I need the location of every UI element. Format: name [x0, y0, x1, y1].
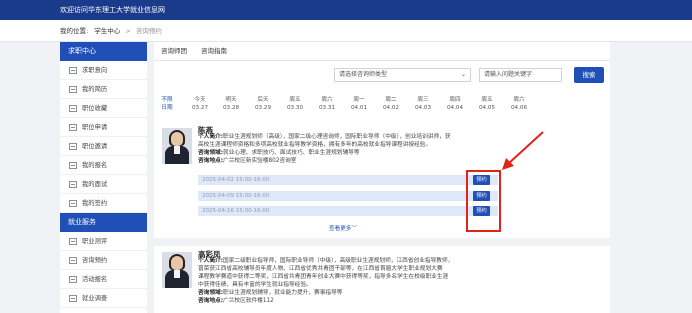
tab-consultation-guide[interactable]: 咨询指南 — [201, 42, 227, 61]
counselor-intro-cont: 高校生涯课程师资格和多项高校就业指导教学资格，拥有多年的高校就业指导课程讲授经验… — [198, 142, 432, 148]
sidebar-item-job-intention[interactable]: 求职意向 — [60, 61, 147, 80]
date-filter-0405[interactable]: 周五 04.05 — [474, 96, 500, 112]
sidebar: 求职中心 求职意向 我的简历 职位收藏 职位申请 职位邀请 我的报名 我的面试 … — [60, 42, 147, 313]
main-panel: 咨询师团 咨询指南 请选择咨询师类型 ⌄ 请输入问题关键字 搜索 不限 日期 今天 0… — [154, 42, 610, 313]
sidebar-item-job-applications[interactable]: 职位申请 — [60, 118, 147, 137]
breadcrumb-separator: > — [125, 27, 131, 35]
sidebar-item-consultation-booking[interactable]: 咨询预约 — [60, 251, 147, 270]
date-filter-0403[interactable]: 周三 04.03 — [410, 96, 436, 112]
select-value: 请选择咨询师类型 — [339, 71, 388, 78]
counselor-place: 咨询地点:广兰校区新实验楼802咨询室 — [198, 158, 297, 164]
view-more-link[interactable]: 查看更多﹀ — [329, 224, 357, 232]
counselor-intro-cont: 中获得佳绩，具有丰富的学生就业指导经验。 — [198, 282, 312, 288]
document-icon — [69, 200, 77, 207]
search-button[interactable]: 搜索 — [574, 67, 604, 83]
counselor-card: 高彩凤 个人简介:国家二级职业指导师，国际职业导师（中级），高级职业生涯规划师，… — [154, 246, 610, 313]
tab-counselor-team[interactable]: 咨询师团 — [161, 42, 187, 61]
counselor-intro: 个人简介:职业生涯规划师（高级），国家二级心理咨询师，国际职业导师（中级），创业… — [198, 134, 451, 140]
document-icon — [69, 257, 77, 264]
counselor-type-select[interactable]: 请选择咨询师类型 ⌄ — [334, 68, 471, 82]
tab-bar: 咨询师团 咨询指南 — [154, 42, 610, 61]
document-icon — [69, 238, 77, 245]
date-filter-0331[interactable]: 周六 03.31 — [314, 96, 340, 112]
breadcrumb-label: 我的位置: — [60, 27, 89, 35]
breadcrumb-student-center[interactable]: 学生中心 — [94, 27, 120, 35]
date-filter-day-after[interactable]: 后天 03.29 — [250, 96, 276, 112]
card-divider — [154, 238, 610, 246]
chevron-down-icon: ⌄ — [460, 71, 466, 78]
search-input[interactable]: 请输入问题关键字 — [479, 68, 562, 82]
date-filter-0406[interactable]: 周六 04.06 — [506, 96, 532, 112]
date-filter-any[interactable]: 不限 日期 — [154, 96, 180, 112]
counselor-photo — [162, 128, 192, 164]
chevron-down-icon: ﹀ — [351, 226, 357, 232]
document-icon — [69, 162, 77, 169]
counselor-intro-cont: 课程教学赛道中获得二等奖，江西省共青团青年创业大赛中获得等奖，指导多名学生在校级… — [198, 274, 449, 280]
document-icon — [69, 67, 77, 74]
sidebar-item-my-contracts[interactable]: 我的签约 — [60, 194, 147, 213]
sidebar-section-job-center[interactable]: 求职中心 — [60, 42, 147, 61]
sidebar-item-career-assessment[interactable]: 职业测评 — [60, 232, 147, 251]
sidebar-item-my-interviews[interactable]: 我的面试 — [60, 175, 147, 194]
site-title: 欢迎访问华东理工大学就业信息网 — [60, 6, 165, 14]
document-icon — [69, 105, 77, 112]
date-filter-tomorrow[interactable]: 明天 03.28 — [218, 96, 244, 112]
counselor-field: 咨询领域:职业生涯规划辅导，就业能力提升，赛事指导等 — [198, 290, 343, 296]
document-icon — [69, 181, 77, 188]
document-icon — [69, 295, 77, 302]
date-filter-0330[interactable]: 周五 03.30 — [282, 96, 308, 112]
counselor-field: 咨询领域:就业心理、求职技巧、面试技巧、职业生涯规划辅导等 — [198, 150, 360, 156]
counselor-intro: 个人简介:国家二级职业指导师，国际职业导师（中级），高级职业生涯规划师，江西省创… — [198, 258, 454, 264]
time-slot: 2025-04-16 15:00-16:00 — [198, 206, 498, 216]
date-filter-0402[interactable]: 周二 04.02 — [378, 96, 404, 112]
search-placeholder: 请输入问题关键字 — [484, 71, 533, 78]
annotation-arrow — [502, 131, 544, 170]
sidebar-section-employment-services[interactable]: 就业服务 — [60, 213, 147, 232]
document-icon — [69, 124, 77, 131]
document-icon — [69, 276, 77, 283]
sidebar-item-job-invitations[interactable]: 职位邀请 — [60, 137, 147, 156]
breadcrumb-current: 咨询预约 — [135, 27, 162, 35]
document-icon — [69, 143, 77, 150]
breadcrumb: 我的位置: 学生中心 > 咨询预约 — [0, 20, 692, 42]
date-filter-0401[interactable]: 周一 04.01 — [346, 96, 372, 112]
sidebar-item-my-resume[interactable]: 我的简历 — [60, 80, 147, 99]
sidebar-item-job-favorites[interactable]: 职位收藏 — [60, 99, 147, 118]
counselor-photo — [162, 252, 192, 288]
counselor-place: 咨询地点:广兰校区软件楼112 — [198, 298, 274, 304]
document-icon — [69, 86, 77, 93]
date-filter-0404[interactable]: 周四 04.04 — [442, 96, 468, 112]
sidebar-item-employment-survey[interactable]: 就业调查 — [60, 289, 147, 308]
sidebar-item-my-registrations[interactable]: 我的报名 — [60, 156, 147, 175]
sidebar-item-event-registration[interactable]: 活动报名 — [60, 270, 147, 289]
time-slot: 2025-04-02 15:00-16:00 — [198, 175, 498, 185]
counselor-intro-cont: 曾荣获江西省高校辅导员年度人物、江西省优秀共青团干部等，在江西省首届大学生职业规… — [198, 266, 443, 272]
highlight-box — [466, 170, 501, 232]
date-filter-today[interactable]: 今天 03.27 — [187, 96, 213, 112]
site-header: 欢迎访问华东理工大学就业信息网 — [0, 0, 692, 20]
time-slot: 2025-04-09 15:00-16:00 — [198, 191, 498, 201]
